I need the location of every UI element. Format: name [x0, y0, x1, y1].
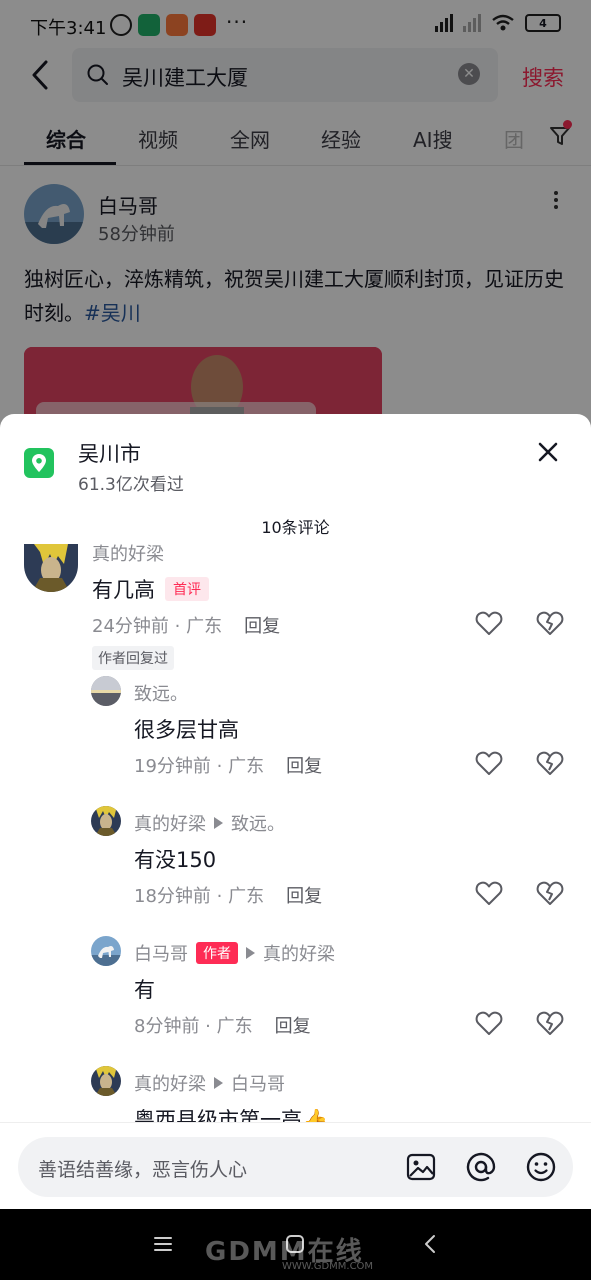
location-name[interactable]: 吴川市 [78, 438, 141, 468]
dislike-icon[interactable] [536, 1010, 564, 1036]
reply-author[interactable]: 真的好梁 [134, 1074, 206, 1095]
avatar[interactable] [91, 806, 121, 836]
avatar[interactable] [91, 936, 121, 966]
reply-meta: 19分钟前 · 广东 回复 [134, 756, 323, 777]
dislike-icon[interactable] [536, 880, 564, 906]
reply-meta: 8分钟前 · 广东 回复 [134, 1016, 311, 1037]
menu-icon[interactable] [152, 1233, 174, 1255]
reply-button[interactable]: 回复 [275, 1016, 311, 1037]
system-navigation-bar: GDMM在线 WWW.GDMM.COM [0, 1209, 591, 1280]
location-pin-icon [24, 448, 54, 478]
reply-username: 白马哥 作者 真的好梁 [134, 940, 335, 966]
comment-placeholder: 善语结善缘，恶言伤人心 [38, 1159, 248, 1181]
avatar[interactable] [91, 1066, 121, 1096]
like-icon[interactable] [475, 750, 503, 776]
emoji-icon[interactable] [526, 1152, 556, 1182]
dislike-icon[interactable] [536, 610, 564, 636]
first-comment-badge: 首评 [165, 577, 209, 601]
comment-input-bar: 善语结善缘，恶言伤人心 [0, 1122, 591, 1209]
watermark-url: WWW.GDMM.COM [282, 1261, 374, 1272]
reply-author[interactable]: 真的好梁 [134, 814, 206, 835]
reply-target[interactable]: 真的好梁 [263, 944, 335, 965]
location-views: 61.3亿次看过 [78, 475, 184, 495]
reply-username: 真的好梁 白马哥 [134, 1070, 285, 1096]
avatar[interactable] [91, 676, 121, 706]
comment-meta: 24分钟前 · 广东 回复 [92, 616, 281, 637]
close-icon[interactable] [536, 440, 560, 464]
image-icon[interactable] [406, 1152, 436, 1182]
comment-username[interactable]: 真的好梁 [92, 540, 164, 566]
nav-back-icon[interactable] [420, 1233, 442, 1255]
comment-text: 有几高 首评 [92, 574, 209, 604]
reply-button[interactable]: 回复 [286, 886, 322, 907]
like-icon[interactable] [475, 610, 503, 636]
reply-button[interactable]: 回复 [244, 616, 280, 637]
reply-arrow-icon [246, 947, 255, 959]
reply-username[interactable]: 致远。 [134, 680, 188, 706]
dislike-icon[interactable] [536, 750, 564, 776]
reply-text: 很多层甘高 [134, 718, 239, 742]
reply-button[interactable]: 回复 [286, 756, 322, 777]
comment-input[interactable]: 善语结善缘，恶言伤人心 [18, 1137, 573, 1197]
reply-meta: 18分钟前 · 广东 回复 [134, 886, 323, 907]
reply-arrow-icon [214, 817, 223, 829]
reply-username: 真的好梁 致远。 [134, 810, 285, 836]
reply-text: 有没150 [134, 848, 217, 872]
reply-target[interactable]: 白马哥 [231, 1074, 285, 1095]
like-icon[interactable] [475, 1010, 503, 1036]
reply-arrow-icon [214, 1077, 223, 1089]
reply-author[interactable]: 白马哥 [134, 944, 188, 965]
comment-count: 10条评论 [261, 518, 330, 537]
avatar[interactable] [24, 544, 78, 592]
reply-target[interactable]: 致远。 [231, 814, 285, 835]
like-icon[interactable] [475, 880, 503, 906]
mention-icon[interactable] [466, 1152, 496, 1182]
author-badge: 作者 [196, 942, 238, 964]
reply-text: 有 [134, 978, 155, 1002]
location-comment-sheet: 吴川市 61.3亿次看过 10条评论 真的好梁 有几高 首评 24分钟前 · 广东… [0, 414, 591, 1209]
author-replied-badge: 作者回复过 [92, 646, 174, 670]
